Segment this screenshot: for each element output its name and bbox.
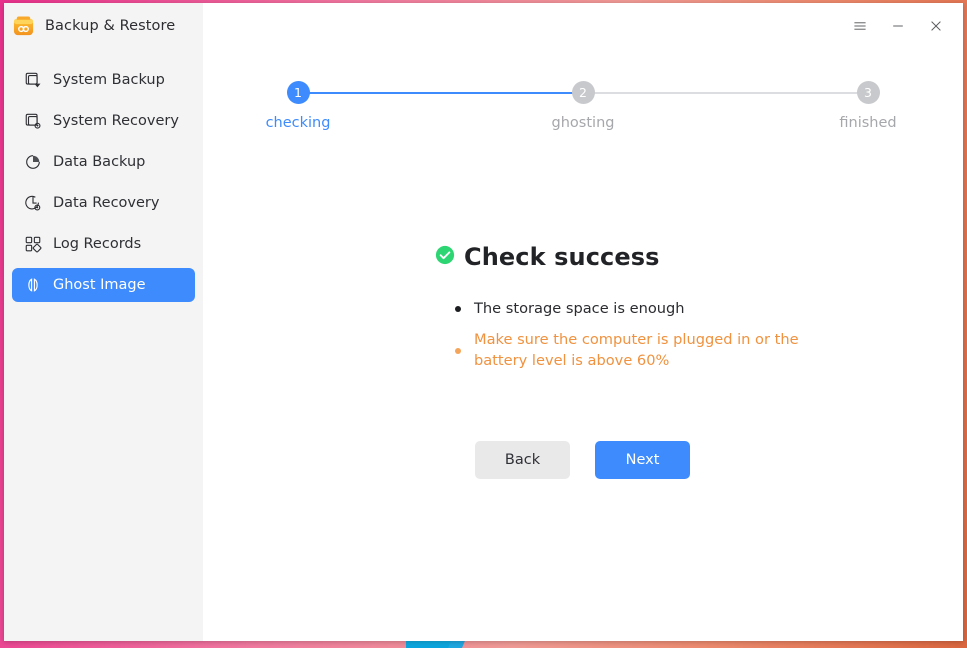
sidebar-item-log-records[interactable]: Log Records [12, 227, 195, 261]
step-number: 2 [571, 81, 595, 104]
step-connector-1 [298, 92, 583, 94]
sidebar-item-label: Data Backup [53, 154, 146, 170]
bullet-icon [455, 306, 461, 312]
list-item: The storage space is enough [455, 298, 815, 320]
app-window: Backup & Restore System Backup System Re… [4, 3, 963, 641]
data-backup-icon [24, 153, 42, 171]
backup-app-logo-icon [12, 15, 35, 38]
list-item-text: Make sure the computer is plugged in or … [474, 330, 799, 370]
page-title: Check success [464, 243, 660, 271]
progress-stepper: 1 checking 2 ghosting 3 finished [266, 3, 897, 131]
step-number: 3 [856, 81, 880, 104]
step-label: ghosting [551, 115, 615, 131]
step-label: finished [839, 115, 897, 131]
warning-bullet-icon [455, 347, 461, 354]
system-recovery-icon [24, 112, 42, 130]
ghost-image-icon [24, 276, 42, 294]
step-label: checking [265, 115, 331, 131]
check-item-list: The storage space is enough Make sure th… [435, 298, 815, 372]
sidebar-item-label: System Recovery [53, 113, 179, 129]
step-number: 1 [286, 81, 310, 104]
sidebar-item-system-backup[interactable]: System Backup [12, 63, 195, 97]
next-button[interactable]: Next [595, 441, 690, 479]
window-controls [847, 3, 963, 49]
success-check-icon [435, 245, 455, 269]
list-item-text: The storage space is enough [474, 300, 685, 317]
sidebar-item-label: Log Records [53, 236, 142, 252]
sidebar-item-data-backup[interactable]: Data Backup [12, 145, 195, 179]
check-result-panel: Check success The storage space is enoug… [435, 243, 815, 381]
sidebar-item-label: Data Recovery [53, 195, 160, 211]
log-records-icon [24, 235, 42, 253]
system-backup-icon [24, 71, 42, 89]
close-icon[interactable] [923, 13, 949, 39]
sidebar-item-ghost-image[interactable]: Ghost Image [12, 268, 195, 302]
step-connector-2 [583, 92, 868, 94]
sidebar-item-label: System Backup [53, 72, 165, 88]
app-title: Backup & Restore [45, 18, 176, 34]
sidebar-item-data-recovery[interactable]: Data Recovery [12, 186, 195, 220]
check-heading: Check success [435, 243, 815, 271]
data-recovery-icon [24, 194, 42, 212]
app-brand: Backup & Restore [4, 3, 203, 49]
list-item: Make sure the computer is plugged in or … [455, 329, 815, 372]
hamburger-menu-icon[interactable] [847, 13, 873, 39]
sidebar: Backup & Restore System Backup System Re… [4, 3, 203, 641]
minimize-icon[interactable] [885, 13, 911, 39]
action-buttons: Back Next [475, 441, 690, 479]
content-area: 1 checking 2 ghosting 3 finished Check s… [203, 3, 963, 641]
sidebar-item-label: Ghost Image [53, 277, 146, 293]
sidebar-nav: System Backup System Recovery Data Backu… [4, 63, 203, 302]
back-button[interactable]: Back [475, 441, 570, 479]
sidebar-item-system-recovery[interactable]: System Recovery [12, 104, 195, 138]
